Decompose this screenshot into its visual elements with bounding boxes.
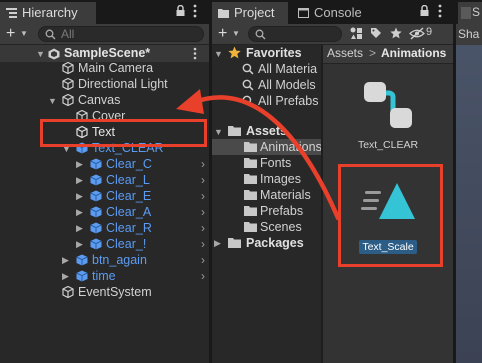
annotation-arrow-icon [176,89,341,221]
